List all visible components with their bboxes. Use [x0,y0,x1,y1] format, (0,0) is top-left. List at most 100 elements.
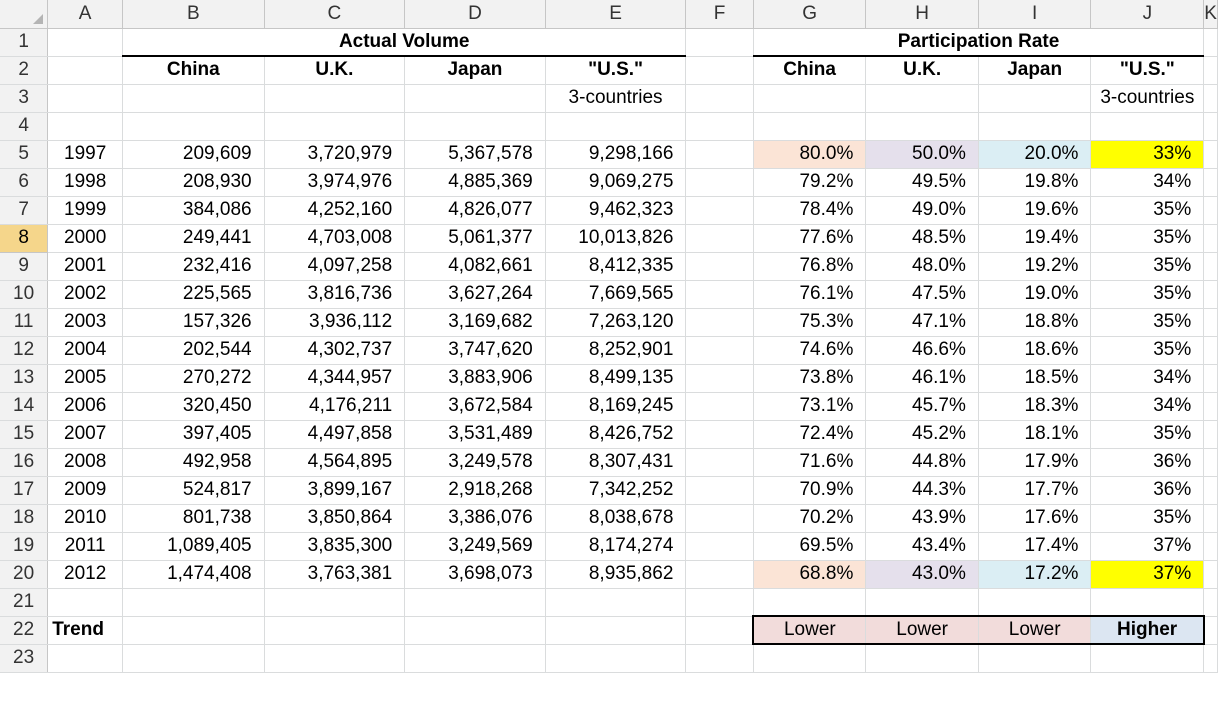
cell-china-rate[interactable]: 72.4% [753,420,867,449]
cell-us-rate[interactable]: 35% [1090,336,1205,365]
cell-k17[interactable] [1203,476,1218,505]
row-header-22[interactable]: 22 [0,616,49,645]
cell-e4[interactable] [545,112,687,141]
cell-j21[interactable] [1090,588,1205,617]
participation-rate-header[interactable]: Participation Rate [753,28,1205,57]
cell-c3[interactable] [264,84,406,113]
cell-japan-rate[interactable]: 17.2% [978,560,1092,589]
cell-year[interactable]: 1997 [47,140,124,169]
cell-a4[interactable] [47,112,124,141]
cell-japan-rate[interactable]: 20.0% [978,140,1092,169]
cell-uk-rate[interactable]: 45.2% [865,420,979,449]
cell-year[interactable]: 2004 [47,336,124,365]
cell-d21[interactable] [404,588,546,617]
row-header-8[interactable]: 8 [0,224,49,253]
cell-k11[interactable] [1203,308,1218,337]
cell-us-rate[interactable]: 35% [1090,420,1205,449]
cell-uk-rate[interactable]: 48.0% [865,252,979,281]
cell-us-volume[interactable]: 8,174,274 [545,532,687,561]
cell-year[interactable]: 2002 [47,280,124,309]
header-japan-rate[interactable]: Japan [978,56,1092,85]
cell-japan-volume[interactable]: 3,883,906 [404,364,546,393]
cell-uk-rate[interactable]: 46.6% [865,336,979,365]
column-header-k[interactable]: K [1203,0,1218,29]
cell-uk-volume[interactable]: 3,974,976 [264,168,406,197]
row-header-11[interactable]: 11 [0,308,49,337]
cell-j4[interactable] [1090,112,1205,141]
cell-japan-volume[interactable]: 4,082,661 [404,252,546,281]
row-header-16[interactable]: 16 [0,448,49,477]
cell-japan-rate[interactable]: 17.9% [978,448,1092,477]
cell-uk-volume[interactable]: 4,703,008 [264,224,406,253]
cell-us-rate[interactable]: 35% [1090,196,1205,225]
cell-japan-rate[interactable]: 17.6% [978,504,1092,533]
trend-uk[interactable]: Lower [865,615,979,645]
cell-japan-volume[interactable]: 3,747,620 [404,336,546,365]
cell-us-rate[interactable]: 37% [1090,560,1205,589]
header-japan-volume[interactable]: Japan [404,56,546,85]
cell-uk-rate[interactable]: 43.4% [865,532,979,561]
cell-k5[interactable] [1203,140,1218,169]
row-header-7[interactable]: 7 [0,196,49,225]
cell-china-volume[interactable]: 492,958 [122,448,265,477]
cell-k16[interactable] [1203,448,1218,477]
cell-f10[interactable] [685,280,754,309]
cell-year[interactable]: 2011 [47,532,124,561]
cell-b22[interactable] [122,616,265,645]
row-header-18[interactable]: 18 [0,504,49,533]
cell-japan-rate[interactable]: 19.6% [978,196,1092,225]
cell-us-rate[interactable]: 35% [1090,224,1205,253]
row-header-21[interactable]: 21 [0,588,49,617]
column-header-h[interactable]: H [865,0,979,29]
cell-china-rate[interactable]: 76.1% [753,280,867,309]
cell-e23[interactable] [545,644,687,673]
cell-china-volume[interactable]: 801,738 [122,504,265,533]
cell-h21[interactable] [865,588,979,617]
cell-us-volume[interactable]: 8,499,135 [545,364,687,393]
cell-uk-rate[interactable]: 43.9% [865,504,979,533]
cell-uk-rate[interactable]: 50.0% [865,140,979,169]
cell-us-volume[interactable]: 8,252,901 [545,336,687,365]
cell-china-rate[interactable]: 79.2% [753,168,867,197]
cell-k4[interactable] [1203,112,1218,141]
cell-h4[interactable] [865,112,979,141]
trend-us[interactable]: Higher [1090,615,1205,645]
cell-k3[interactable] [1203,84,1218,113]
column-header-c[interactable]: C [264,0,406,29]
cell-japan-volume[interactable]: 3,627,264 [404,280,546,309]
cell-b3[interactable] [122,84,265,113]
cell-f13[interactable] [685,364,754,393]
row-header-15[interactable]: 15 [0,420,49,449]
cell-us-volume[interactable]: 7,342,252 [545,476,687,505]
cell-c4[interactable] [264,112,406,141]
row-header-13[interactable]: 13 [0,364,49,393]
cell-uk-rate[interactable]: 46.1% [865,364,979,393]
row-header-1[interactable]: 1 [0,28,49,57]
subheader-us-volume[interactable]: 3-countries [545,84,687,113]
cell-china-rate[interactable]: 77.6% [753,224,867,253]
column-header-a[interactable]: A [47,0,124,29]
cell-f7[interactable] [685,196,754,225]
cell-uk-volume[interactable]: 3,816,736 [264,280,406,309]
cell-f16[interactable] [685,448,754,477]
cell-japan-rate[interactable]: 18.3% [978,392,1092,421]
cell-china-volume[interactable]: 157,326 [122,308,265,337]
trend-label[interactable]: Trend [47,616,124,645]
cell-japan-volume[interactable]: 3,386,076 [404,504,546,533]
cell-china-volume[interactable]: 384,086 [122,196,265,225]
cell-k9[interactable] [1203,252,1218,281]
row-header-9[interactable]: 9 [0,252,49,281]
cell-k21[interactable] [1203,588,1218,617]
cell-japan-rate[interactable]: 18.5% [978,364,1092,393]
subheader-us-rate[interactable]: 3-countries [1090,84,1205,113]
cell-japan-volume[interactable]: 4,885,369 [404,168,546,197]
row-header-10[interactable]: 10 [0,280,49,309]
cell-f9[interactable] [685,252,754,281]
cell-china-volume[interactable]: 225,565 [122,280,265,309]
cell-us-volume[interactable]: 8,935,862 [545,560,687,589]
cell-japan-volume[interactable]: 3,531,489 [404,420,546,449]
cell-china-volume[interactable]: 524,817 [122,476,265,505]
cell-china-volume[interactable]: 202,544 [122,336,265,365]
cell-china-rate[interactable]: 80.0% [753,140,867,169]
cell-china-rate[interactable]: 73.8% [753,364,867,393]
